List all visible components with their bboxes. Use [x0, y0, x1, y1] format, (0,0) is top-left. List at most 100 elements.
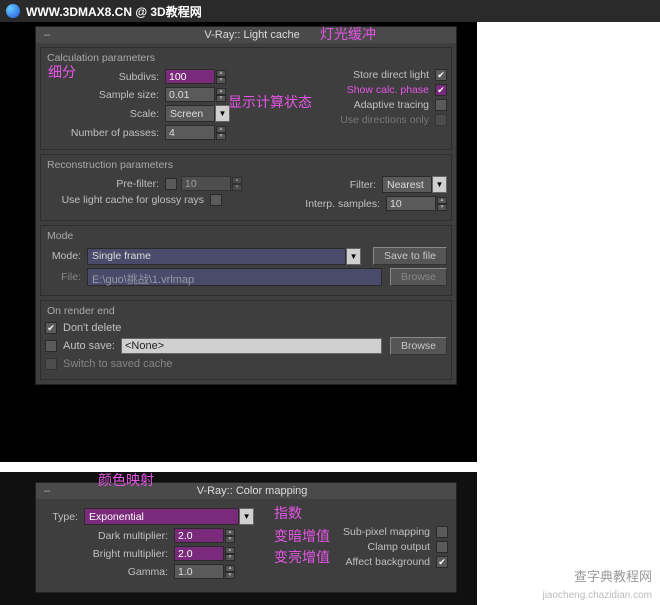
up-icon[interactable]: ▲	[216, 70, 226, 77]
affect-bg-label: Affect background	[254, 556, 436, 568]
file-label: File:	[45, 271, 87, 283]
light-cache-panel: – V-Ray:: Light cache Calculation parame…	[35, 26, 457, 385]
filter-label: Filter:	[266, 179, 382, 191]
gamma-input[interactable]	[174, 564, 224, 579]
bright-input[interactable]	[174, 546, 224, 561]
bright-label: Bright multiplier:	[44, 548, 174, 560]
switch-checkbox	[45, 358, 57, 370]
site-url: WWW.3DMAX8.CN @ 3D教程网	[26, 3, 202, 20]
browse-button[interactable]: Browse	[390, 268, 447, 286]
up-icon[interactable]: ▲	[216, 88, 226, 95]
show-calc-checkbox[interactable]	[435, 84, 447, 96]
down-icon[interactable]: ▼	[225, 572, 235, 579]
prefilter-input	[181, 176, 231, 191]
directions-only-label: Use directions only	[266, 114, 435, 126]
chevron-down-icon[interactable]: ▼	[239, 508, 254, 525]
chevron-down-icon[interactable]: ▼	[432, 176, 447, 193]
type-label: Type:	[44, 511, 84, 523]
clamp-checkbox[interactable]	[436, 541, 448, 553]
adaptive-checkbox[interactable]	[435, 99, 447, 111]
light-cache-container: – V-Ray:: Light cache Calculation parame…	[0, 22, 477, 462]
section-title: Mode	[45, 228, 447, 244]
up-icon[interactable]: ▲	[216, 126, 226, 133]
recon-section: Reconstruction parameters Pre-filter: ▲▼…	[40, 154, 452, 221]
type-value: Exponential	[84, 508, 239, 525]
down-icon[interactable]: ▼	[437, 204, 447, 211]
mode-section: Mode Mode: Single frame ▼ Save to file F…	[40, 225, 452, 296]
subpixel-label: Sub-pixel mapping	[254, 526, 436, 538]
sample-size-input[interactable]	[165, 87, 215, 102]
up-icon[interactable]: ▲	[225, 529, 235, 536]
filter-value: Nearest	[382, 176, 432, 193]
passes-label: Number of passes:	[45, 127, 165, 139]
subpixel-checkbox[interactable]	[436, 526, 448, 538]
passes-input[interactable]	[165, 125, 215, 140]
glossy-label: Use light cache for glossy rays	[45, 194, 210, 206]
filter-dropdown[interactable]: Nearest ▼	[382, 176, 447, 193]
adaptive-label: Adaptive tracing	[266, 99, 435, 111]
collapse-icon[interactable]: –	[44, 485, 50, 497]
up-icon[interactable]: ▲	[225, 565, 235, 572]
mode-label: Mode:	[45, 250, 87, 262]
prefilter-spinner: ▲▼	[181, 176, 242, 191]
sample-size-spinner[interactable]: ▲▼	[165, 87, 226, 102]
switch-label: Switch to saved cache	[63, 358, 172, 370]
subdivs-label: Subdivs:	[45, 71, 165, 83]
mode-dropdown[interactable]: Single frame ▼	[87, 248, 361, 265]
scale-label: Scale:	[45, 108, 165, 120]
down-icon[interactable]: ▼	[225, 536, 235, 543]
passes-spinner[interactable]: ▲▼	[165, 125, 226, 140]
file-path-input[interactable]: E:\guo\挑战\1.vrlmap	[87, 268, 382, 286]
down-icon[interactable]: ▼	[216, 133, 226, 140]
gamma-spinner[interactable]: ▲▼	[174, 564, 235, 579]
gamma-label: Gamma:	[44, 566, 174, 578]
directions-only-checkbox	[435, 114, 447, 126]
chevron-down-icon[interactable]: ▼	[346, 248, 361, 265]
dont-delete-label: Don't delete	[63, 322, 121, 334]
affect-bg-checkbox[interactable]	[436, 556, 448, 568]
scale-value: Screen	[165, 105, 215, 122]
render-end-section: On render end Don't delete Auto save: Br…	[40, 300, 452, 380]
glossy-checkbox[interactable]	[210, 194, 222, 206]
subdivs-input[interactable]	[165, 69, 215, 84]
up-icon: ▲	[232, 177, 242, 184]
auto-save-input[interactable]	[121, 338, 382, 354]
footer-watermark: 查字典教程网	[574, 566, 652, 585]
dark-input[interactable]	[174, 528, 224, 543]
prefilter-checkbox[interactable]	[165, 178, 177, 190]
collapse-icon[interactable]: –	[44, 29, 50, 41]
mode-value: Single frame	[87, 248, 346, 265]
panel-header[interactable]: – V-Ray:: Light cache	[36, 27, 456, 43]
up-icon[interactable]: ▲	[225, 547, 235, 554]
type-dropdown[interactable]: Exponential ▼	[84, 508, 254, 525]
dark-label: Dark multiplier:	[44, 530, 174, 542]
down-icon[interactable]: ▼	[216, 95, 226, 102]
scale-dropdown[interactable]: Screen ▼	[165, 105, 230, 122]
down-icon[interactable]: ▼	[216, 77, 226, 84]
subdivs-spinner[interactable]: ▲▼	[165, 69, 226, 84]
down-icon: ▼	[232, 184, 242, 191]
clamp-label: Clamp output	[254, 541, 436, 553]
calc-section: Calculation parameters Subdivs: ▲▼ Sampl…	[40, 47, 452, 150]
section-title: On render end	[45, 303, 447, 319]
bright-spinner[interactable]: ▲▼	[174, 546, 235, 561]
interp-input[interactable]	[386, 196, 436, 211]
up-icon[interactable]: ▲	[437, 197, 447, 204]
store-direct-label: Store direct light	[266, 69, 435, 81]
chevron-down-icon[interactable]: ▼	[215, 105, 230, 122]
interp-spinner[interactable]: ▲▼	[386, 196, 447, 211]
dark-spinner[interactable]: ▲▼	[174, 528, 235, 543]
save-to-file-button[interactable]: Save to file	[373, 247, 447, 265]
footer-watermark-url: jiaocheng.chazidian.com	[542, 590, 652, 601]
dont-delete-checkbox[interactable]	[45, 322, 57, 334]
panel-header[interactable]: – V-Ray:: Color mapping	[36, 483, 456, 499]
section-title: Calculation parameters	[45, 50, 447, 66]
store-direct-checkbox[interactable]	[435, 69, 447, 81]
color-mapping-container: – V-Ray:: Color mapping Type: Exponentia…	[0, 472, 477, 605]
auto-save-label: Auto save:	[63, 340, 115, 352]
panel-title: V-Ray:: Color mapping	[56, 485, 448, 497]
auto-save-checkbox[interactable]	[45, 340, 57, 352]
browse-button[interactable]: Browse	[390, 337, 447, 355]
down-icon[interactable]: ▼	[225, 554, 235, 561]
panel-title: V-Ray:: Light cache	[56, 29, 448, 41]
